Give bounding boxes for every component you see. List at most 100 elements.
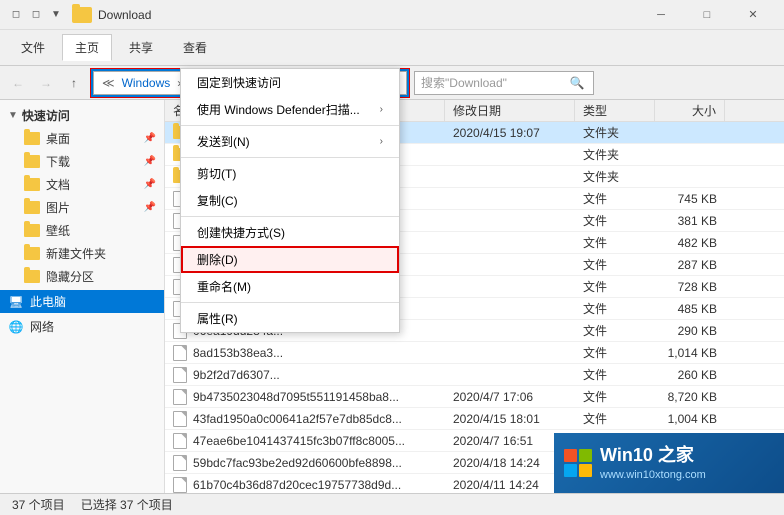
context-menu-item-label: 创建快捷方式(S) xyxy=(197,224,285,241)
file-size-cell: 260 KB xyxy=(655,364,725,385)
up-button[interactable]: ↑ xyxy=(62,71,86,95)
col-type-label: 类型 xyxy=(583,102,607,119)
file-name-cell: 43fad1950a0c00641a2f57e7db85dc8... xyxy=(165,408,445,429)
folder-icon xyxy=(24,247,40,261)
search-icon: 🔍 xyxy=(567,73,587,93)
ribbon-tab-share[interactable]: 共享 xyxy=(116,34,166,61)
sidebar-item-label: 新建文件夹 xyxy=(46,245,106,262)
file-name-cell: 9b2f2d7d6307... xyxy=(165,364,445,385)
col-header-size[interactable]: 大小 xyxy=(655,100,725,121)
folder-icon xyxy=(24,155,40,169)
file-size-cell xyxy=(655,166,725,187)
file-date-cell xyxy=(445,320,575,341)
close-button[interactable]: ✕ xyxy=(730,0,776,30)
sidebar-item-thispc[interactable]: 🖥 此电脑 xyxy=(0,290,164,313)
file-icon xyxy=(173,411,187,427)
table-row[interactable]: 9b2f2d7d6307... 文件 260 KB xyxy=(165,364,784,386)
minimize-button[interactable]: ─ xyxy=(638,0,684,30)
title-bar-quick-access: ◻ ◻ ▼ xyxy=(8,7,64,23)
file-date-cell xyxy=(445,166,575,187)
sidebar-item-network[interactable]: 🌐 网络 xyxy=(0,315,164,338)
file-date-cell xyxy=(445,232,575,253)
win-logo-tile-3 xyxy=(564,464,577,477)
title-bar-controls: ─ □ ✕ xyxy=(638,0,776,30)
file-date-cell xyxy=(445,210,575,231)
submenu-arrow-icon: › xyxy=(380,104,383,115)
col-header-date[interactable]: 修改日期 xyxy=(445,100,575,121)
file-type-cell: 文件 xyxy=(575,364,655,385)
file-name: 61b70c4b36d87d20cec19757738d9d... xyxy=(193,478,401,492)
file-size-cell xyxy=(655,144,725,165)
forward-button[interactable]: → xyxy=(34,71,58,95)
file-icon xyxy=(173,433,187,449)
submenu-arrow-icon: › xyxy=(380,136,383,147)
sidebar-item-hidden[interactable]: 隐藏分区 xyxy=(0,265,164,288)
sidebar-item-docs[interactable]: 文档 📌 xyxy=(0,173,164,196)
context-menu-item-label: 属性(R) xyxy=(197,310,238,327)
table-row[interactable]: 9b4735023048d7095t551191458ba8... 2020/4… xyxy=(165,386,784,408)
folder-icon xyxy=(24,178,40,192)
file-date-cell xyxy=(445,254,575,275)
table-row[interactable]: 43fad1950a0c00641a2f57e7db85dc8... 2020/… xyxy=(165,408,784,430)
title-bar-icon-3: ▼ xyxy=(48,7,64,23)
context-menu-item[interactable]: 剪切(T) xyxy=(181,160,399,187)
sidebar-item-pictures[interactable]: 图片 📌 xyxy=(0,196,164,219)
breadcrumb-windows[interactable]: Windows xyxy=(119,75,174,91)
context-menu-separator xyxy=(181,216,399,217)
context-menu-item-label: 剪切(T) xyxy=(197,165,236,182)
sidebar-item-label: 隐藏分区 xyxy=(46,268,94,285)
sidebar-item-label: 壁纸 xyxy=(46,222,70,239)
context-menu-item-label: 重命名(M) xyxy=(197,278,251,295)
file-type-cell: 文件 xyxy=(575,386,655,407)
file-size-cell: 485 KB xyxy=(655,298,725,319)
context-menu-item[interactable]: 重命名(M) xyxy=(181,273,399,300)
sidebar-item-wallpaper[interactable]: 壁纸 xyxy=(0,219,164,242)
sidebar-item-newfolder[interactable]: 新建文件夹 xyxy=(0,242,164,265)
context-menu-item[interactable]: 创建快捷方式(S) xyxy=(181,219,399,246)
context-menu-item[interactable]: 属性(R) xyxy=(181,305,399,332)
col-date-label: 修改日期 xyxy=(453,102,501,119)
context-menu-item[interactable]: 复制(C) xyxy=(181,187,399,214)
search-bar[interactable]: 搜索"Download" 🔍 xyxy=(414,71,594,95)
context-menu-item[interactable]: 发送到(N)› xyxy=(181,128,399,155)
watermark: Win10 之家 www.win10xtong.com xyxy=(554,433,784,493)
watermark-text: Win10 之家 www.win10xtong.com xyxy=(600,443,706,484)
file-name: 9b4735023048d7095t551191458ba8... xyxy=(193,390,399,404)
sidebar-header-quickaccess[interactable]: ▼ 快速访问 xyxy=(0,104,164,127)
folder-icon xyxy=(24,132,40,146)
context-menu-item[interactable]: 使用 Windows Defender扫描... › xyxy=(181,96,399,123)
folder-icon xyxy=(24,201,40,215)
maximize-button[interactable]: □ xyxy=(684,0,730,30)
col-header-type[interactable]: 类型 xyxy=(575,100,655,121)
file-date-cell xyxy=(445,298,575,319)
sidebar-item-download[interactable]: 下载 📌 xyxy=(0,150,164,173)
context-menu: 固定到快速访问使用 Windows Defender扫描...›发送到(N)›剪… xyxy=(180,68,400,333)
back-button[interactable]: ← xyxy=(6,71,30,95)
computer-icon: 🖥 xyxy=(8,295,24,309)
ribbon-tab-view[interactable]: 查看 xyxy=(170,34,220,61)
file-date-cell xyxy=(445,364,575,385)
context-menu-item-label: 使用 Windows Defender扫描... xyxy=(197,101,360,118)
sidebar: ▼ 快速访问 桌面 📌 下载 📌 文档 📌 图片 📌 xyxy=(0,100,165,493)
file-date-cell: 2020/4/15 18:01 xyxy=(445,408,575,429)
ribbon: 文件 主页 共享 查看 xyxy=(0,30,784,66)
ribbon-tab-file[interactable]: 文件 xyxy=(8,34,58,61)
win-logo-tile-4 xyxy=(579,464,592,477)
file-size-cell: 290 KB xyxy=(655,320,725,341)
table-row[interactable]: 8ad153b38ea3... 文件 1,014 KB xyxy=(165,342,784,364)
sidebar-item-label: 下载 xyxy=(46,153,70,170)
sidebar-item-label: 此电脑 xyxy=(30,293,66,310)
file-date-cell xyxy=(445,188,575,209)
network-icon: 🌐 xyxy=(8,320,24,334)
sidebar-item-desktop[interactable]: 桌面 📌 xyxy=(0,127,164,150)
sidebar-section-network: 🌐 网络 xyxy=(0,315,164,338)
context-menu-item[interactable]: 删除(D) xyxy=(181,246,399,273)
col-size-label: 大小 xyxy=(692,102,716,119)
file-size-cell: 8,720 KB xyxy=(655,386,725,407)
context-menu-item[interactable]: 固定到快速访问 xyxy=(181,69,399,96)
search-placeholder: 搜索"Download" xyxy=(421,74,567,91)
ribbon-tab-home[interactable]: 主页 xyxy=(62,34,112,61)
file-date-cell xyxy=(445,144,575,165)
file-name: 59bdc7fac93be2ed92d60600bfe8898... xyxy=(193,456,402,470)
file-icon xyxy=(173,367,187,383)
